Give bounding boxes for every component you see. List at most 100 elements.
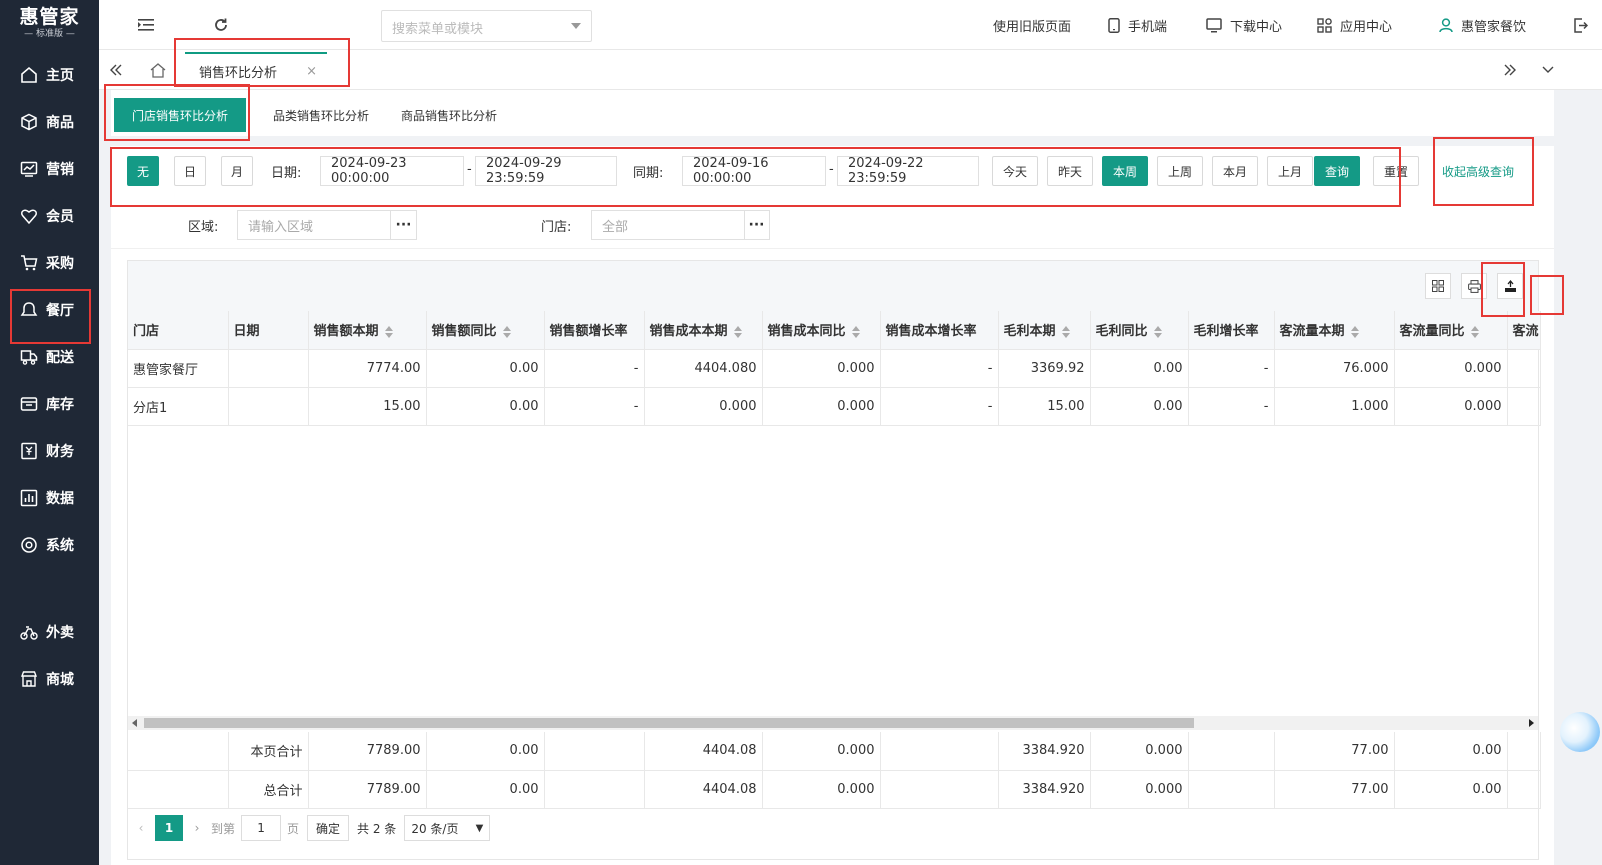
phone-icon: [1108, 18, 1120, 33]
sidebar-item-heart[interactable]: 会员: [0, 196, 99, 236]
column-header[interactable]: 销售成本本期: [644, 311, 763, 350]
user-menu[interactable]: 惠管家餐饮: [1439, 16, 1526, 35]
sidebar-item-truck[interactable]: 配送: [0, 337, 99, 377]
close-tab-icon[interactable]: ×: [306, 64, 317, 79]
menu-toggle-icon[interactable]: [135, 14, 157, 36]
old-page-link[interactable]: 使用旧版页面: [993, 16, 1071, 35]
table-cell: 0.000: [1394, 387, 1508, 426]
sort-icon[interactable]: [1470, 325, 1479, 338]
export-icon[interactable]: [1497, 273, 1523, 299]
sidebar-item-bike[interactable]: 外卖: [0, 612, 99, 652]
yesterday-button[interactable]: 昨天: [1047, 156, 1093, 186]
store-picker-button[interactable]: ···: [744, 210, 770, 240]
area-input[interactable]: 请输入区域: [237, 210, 391, 240]
table-cell: [228, 387, 309, 426]
table-cell: 0.00: [426, 349, 545, 388]
column-header[interactable]: 销售额同比: [426, 311, 545, 350]
scroll-right-arrow-icon[interactable]: [1529, 719, 1534, 727]
subtab-store-analysis[interactable]: 门店销售环比分析: [114, 98, 247, 132]
prev-page-icon[interactable]: ‹: [127, 815, 155, 841]
same-start-input[interactable]: 2024-09-16 00:00:00: [682, 156, 826, 186]
table-cell: 15.00: [998, 387, 1091, 426]
brand-logo[interactable]: 惠管家 — 标准版 —: [0, 0, 99, 48]
date-end-input[interactable]: 2024-09-29 23:59:59: [475, 156, 617, 186]
sort-icon[interactable]: [1350, 325, 1359, 338]
table-header-row: 门店 日期 销售额本期 销售额同比 销售额增长率 销售成本本期 销售成本同比 销售成本增长率毛…: [128, 311, 1541, 350]
sidebar-item-finance[interactable]: 财务: [0, 431, 99, 471]
tabs-scroll-left-icon[interactable]: [105, 59, 127, 81]
home-tab-icon[interactable]: [147, 59, 169, 81]
this-week-button[interactable]: 本周: [1102, 156, 1148, 186]
scrollbar-thumb[interactable]: [144, 718, 1194, 728]
column-header[interactable]: 销售成本同比: [762, 311, 881, 350]
table-cell: [1188, 732, 1275, 771]
sidebar-item-bell[interactable]: 餐厅: [0, 290, 99, 330]
chevron-down-icon: ▼: [475, 822, 484, 834]
sidebar-item-warehouse[interactable]: 库存: [0, 384, 99, 424]
column-header: 客流: [1507, 311, 1541, 350]
column-header[interactable]: 销售额本期: [308, 311, 427, 350]
subtab-category-analysis[interactable]: 品类销售环比分析: [255, 98, 387, 132]
goto-page-input[interactable]: 1: [241, 815, 282, 841]
tab-bar: 销售环比分析 ×: [99, 50, 1602, 90]
table-cell: 分店1: [128, 387, 229, 426]
area-picker-button[interactable]: ···: [391, 210, 417, 240]
same-period-label: 同期:: [633, 166, 664, 181]
sidebar-item-home[interactable]: 主页: [0, 55, 99, 95]
subtab-product-analysis[interactable]: 商品销售环比分析: [383, 98, 515, 132]
sort-icon[interactable]: [733, 325, 742, 338]
app-center-link[interactable]: 应用中心: [1317, 16, 1392, 35]
tab-sales-ring-analysis[interactable]: 销售环比分析 ×: [185, 52, 327, 88]
sort-icon[interactable]: [502, 325, 511, 338]
sidebar-item-cart[interactable]: 采购: [0, 243, 99, 283]
period-none-button[interactable]: 无: [127, 156, 159, 186]
horizontal-scrollbar[interactable]: [128, 716, 1538, 730]
tabs-scroll-right-icon[interactable]: [1499, 59, 1521, 81]
sort-icon[interactable]: [851, 325, 860, 338]
sidebar-item-chart[interactable]: 营销: [0, 149, 99, 189]
last-month-button[interactable]: 上月: [1267, 156, 1313, 186]
column-header[interactable]: 毛利本期: [998, 311, 1091, 350]
column-header[interactable]: 客流量本期: [1274, 311, 1395, 350]
next-page-icon[interactable]: ›: [183, 815, 211, 841]
sidebar-item-label: 外卖: [46, 625, 74, 641]
mobile-link[interactable]: 手机端: [1108, 16, 1167, 35]
this-month-button[interactable]: 本月: [1212, 156, 1258, 186]
sidebar-item-box[interactable]: 商品: [0, 102, 99, 142]
logout-icon[interactable]: [1569, 14, 1591, 36]
store-input[interactable]: 全部: [591, 210, 745, 240]
sidebar-item-data[interactable]: 数据: [0, 478, 99, 518]
collapse-advanced-search-link[interactable]: 收起高级查询: [1442, 163, 1514, 180]
column-settings-icon[interactable]: [1425, 273, 1451, 299]
tabs-menu-chevron-icon[interactable]: [1537, 59, 1559, 81]
sort-icon[interactable]: [1153, 325, 1162, 338]
period-month-button[interactable]: 月: [221, 156, 253, 186]
sort-icon[interactable]: [1061, 325, 1070, 338]
date-start-input[interactable]: 2024-09-23 00:00:00: [320, 156, 464, 186]
assistant-float-icon[interactable]: [1560, 712, 1600, 752]
column-header[interactable]: 客流量同比: [1394, 311, 1508, 350]
table-cell: 0.000: [762, 770, 881, 809]
query-button[interactable]: 查询: [1314, 156, 1360, 186]
page-size-select[interactable]: 20 条/页 ▼: [404, 815, 491, 841]
table-cell: 惠管家餐厅: [128, 349, 229, 388]
sidebar-item-shop[interactable]: 商城: [0, 659, 99, 699]
period-day-button[interactable]: 日: [174, 156, 206, 186]
reset-button[interactable]: 重置: [1373, 156, 1419, 186]
sort-icon[interactable]: [384, 325, 393, 338]
column-header[interactable]: 毛利同比: [1090, 311, 1189, 350]
today-button[interactable]: 今天: [992, 156, 1038, 186]
refresh-icon[interactable]: [210, 14, 232, 36]
current-page-button[interactable]: 1: [155, 815, 183, 841]
search-input[interactable]: 搜索菜单或模块: [381, 10, 592, 42]
sidebar-item-settings[interactable]: 系统: [0, 525, 99, 565]
sidebar-item-label: 餐厅: [46, 303, 74, 319]
date-label: 日期:: [271, 166, 302, 181]
goto-confirm-button[interactable]: 确定: [307, 815, 350, 841]
table-cell: 76.000: [1274, 349, 1395, 388]
download-center-link[interactable]: 下载中心: [1206, 16, 1282, 35]
same-end-input[interactable]: 2024-09-22 23:59:59: [837, 156, 979, 186]
last-week-button[interactable]: 上周: [1157, 156, 1203, 186]
scroll-left-arrow-icon[interactable]: [132, 719, 137, 727]
print-icon[interactable]: [1461, 273, 1487, 299]
